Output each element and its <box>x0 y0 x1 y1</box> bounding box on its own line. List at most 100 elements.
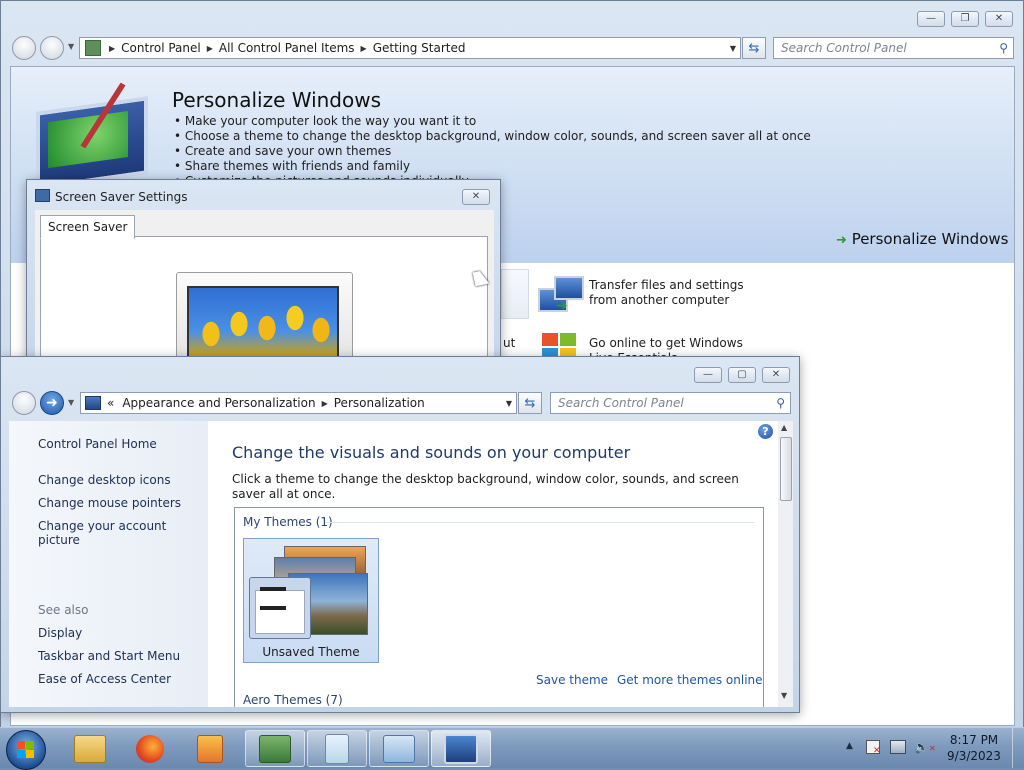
page-heading: Change the visuals and sounds on your co… <box>232 443 631 462</box>
clock-time: 8:17 PM <box>949 733 999 747</box>
action-center-icon[interactable]: ✕ <box>866 740 881 756</box>
scrollbar-thumb[interactable] <box>780 437 792 501</box>
taskbar-firefox[interactable] <box>120 730 180 767</box>
close-button[interactable]: ✕ <box>762 367 790 383</box>
media-player-icon <box>197 734 223 763</box>
get-more-themes-link[interactable]: Get more themes online <box>617 673 763 687</box>
control-panel-icon <box>85 40 101 56</box>
bullet-item: • Choose a theme to change the desktop b… <box>174 129 811 143</box>
dialog-body: Screen Saver <box>35 210 494 378</box>
taskbar-notepad[interactable] <box>307 730 367 767</box>
task-transfer-label: Transfer files and settings from another… <box>589 278 744 307</box>
recent-pages-arrow[interactable]: ▼ <box>68 398 74 407</box>
address-dropdown-icon[interactable]: ▼ <box>506 399 512 408</box>
minimize-button[interactable]: — <box>917 11 945 27</box>
show-desktop-button[interactable] <box>1012 728 1024 768</box>
task-pane: Control Panel Home Change desktop icons … <box>9 421 208 707</box>
minimize-button[interactable]: — <box>694 367 722 383</box>
change-mouse-pointers-link[interactable]: Change mouse pointers <box>38 496 181 510</box>
search-input[interactable]: Search Control Panel ⚲ <box>550 392 791 414</box>
banner-heading: Personalize Windows <box>172 88 382 112</box>
screen-saver-dialog: Screen Saver Settings ✕ Screen Saver <box>26 179 501 379</box>
breadcrumb-item[interactable]: Personalization <box>334 396 425 410</box>
restore-button[interactable]: ❐ <box>951 11 979 27</box>
task-transfer[interactable]: ➜ Transfer files and settings from anoth… <box>536 274 796 322</box>
screen-saver-window-icon <box>35 189 50 202</box>
window-color-swatch <box>249 577 311 639</box>
show-hidden-icons-icon[interactable]: ▲ <box>846 741 853 751</box>
breadcrumb-separator-icon: ▶ <box>360 43 367 53</box>
taskbar-start-menu-link[interactable]: Taskbar and Start Menu <box>38 649 180 663</box>
change-desktop-icons-link[interactable]: Change desktop icons <box>38 473 171 487</box>
address-bar[interactable]: ▶ Control Panel ▶ All Control Panel Item… <box>79 37 741 59</box>
ease-of-access-link[interactable]: Ease of Access Center <box>38 672 171 686</box>
personalization-window: — ▢ ✕ ➜ ▼ « Appearance and Personalizati… <box>0 356 800 713</box>
breadcrumb-item[interactable]: Control Panel <box>121 41 201 55</box>
personalize-windows-link[interactable]: ➜ Personalize Windows <box>836 230 1008 248</box>
taskbar-explorer[interactable] <box>60 730 120 767</box>
taskbar-remote-desktop[interactable] <box>369 730 429 767</box>
control-panel-icon <box>259 734 291 763</box>
remote-desktop-icon <box>383 734 415 763</box>
address-dropdown-icon[interactable]: ▼ <box>730 44 736 53</box>
dialog-title: Screen Saver Settings <box>55 190 188 204</box>
scroll-up-icon[interactable]: ▲ <box>781 423 787 432</box>
bullet-item: • Make your computer look the way you wa… <box>174 114 477 128</box>
display-link[interactable]: Display <box>38 626 82 640</box>
maximize-button[interactable]: ▢ <box>728 367 756 383</box>
change-account-picture-link[interactable]: Change your account picture <box>38 519 208 547</box>
breadcrumb-item[interactable]: All Control Panel Items <box>219 41 355 55</box>
save-theme-link[interactable]: Save theme <box>536 673 608 687</box>
dialog-close-button[interactable]: ✕ <box>462 189 490 205</box>
transfer-icon: ➜ <box>538 274 584 316</box>
forward-button[interactable] <box>40 36 64 60</box>
bullet-item: • Share themes with friends and family <box>174 159 411 173</box>
taskbar-control-panel[interactable] <box>245 730 305 767</box>
help-icon[interactable]: ? <box>758 424 773 439</box>
search-input[interactable]: Search Control Panel ⚲ <box>773 37 1014 59</box>
search-placeholder: Search Control Panel <box>558 396 684 410</box>
see-also-label: See also <box>38 603 89 617</box>
personalization-body: Control Panel Home Change desktop icons … <box>9 421 793 707</box>
back-button[interactable] <box>12 391 36 415</box>
file-explorer-icon <box>74 734 106 763</box>
search-icon[interactable]: ⚲ <box>999 41 1008 55</box>
start-button[interactable] <box>6 730 46 770</box>
taskbar-personalization[interactable] <box>431 730 491 767</box>
close-button[interactable]: ✕ <box>985 11 1013 27</box>
vertical-scrollbar[interactable]: ▲ ▼ <box>778 421 793 707</box>
taskbar: ▲ ✕ 🔈✕ 8:17 PM 9/3/2023 <box>0 727 1024 770</box>
refresh-button[interactable]: ⇆ <box>742 37 766 59</box>
refresh-button[interactable]: ⇆ <box>518 392 542 414</box>
network-icon[interactable] <box>890 740 906 754</box>
scroll-down-icon[interactable]: ▼ <box>781 691 787 700</box>
personalization-icon <box>444 733 478 764</box>
forward-button[interactable]: ➜ <box>40 391 64 415</box>
breadcrumb-item[interactable]: Appearance and Personalization <box>122 396 315 410</box>
my-themes-label: My Themes (1) <box>243 515 333 529</box>
theme-tile-unsaved[interactable]: Unsaved Theme <box>243 538 379 663</box>
bullet-item: • Create and save your own themes <box>174 144 392 158</box>
back-button[interactable] <box>12 36 36 60</box>
bullet-text: Share themes with friends and family <box>184 159 411 173</box>
aero-themes-label: Aero Themes (7) <box>243 693 343 707</box>
bullet-text: Make your computer look the way you want… <box>184 114 477 128</box>
taskbar-media-player[interactable] <box>180 730 240 767</box>
tab-screen-saver[interactable]: Screen Saver <box>40 215 136 239</box>
bullet-text: Choose a theme to change the desktop bac… <box>184 129 811 143</box>
task-windows-live[interactable]: Go online to get Windows Live Essentials <box>536 329 796 359</box>
clock[interactable]: 8:17 PM 9/3/2023 <box>944 732 1004 764</box>
bullet-text: Create and save your own themes <box>184 144 392 158</box>
address-bar[interactable]: « Appearance and Personalization ▶ Perso… <box>80 392 517 414</box>
recent-pages-arrow[interactable]: ▼ <box>68 42 74 51</box>
partial-tile[interactable] <box>501 269 529 319</box>
breadcrumb-item[interactable]: Getting Started <box>373 41 466 55</box>
clock-date: 9/3/2023 <box>947 749 1001 763</box>
control-panel-home-link[interactable]: Control Panel Home <box>38 437 157 451</box>
search-icon[interactable]: ⚲ <box>776 396 785 410</box>
breadcrumb-overflow[interactable]: « <box>107 396 114 410</box>
personalization-address-icon <box>85 396 101 410</box>
volume-muted-icon[interactable]: 🔈✕ <box>914 740 936 754</box>
breadcrumb-separator-icon: ▶ <box>109 43 116 53</box>
green-arrow-icon: ➜ <box>836 233 847 248</box>
